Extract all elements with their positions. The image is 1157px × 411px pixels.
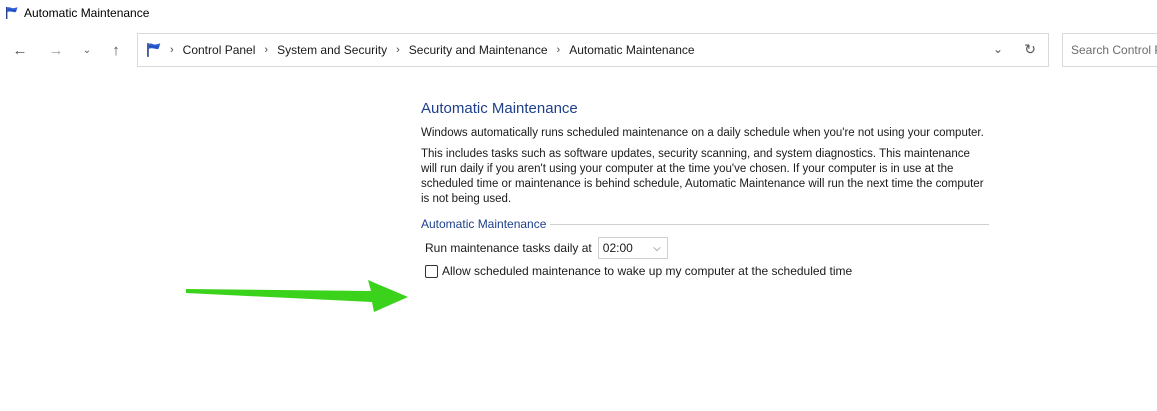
run-time-label: Run maintenance tasks daily at [425,241,592,255]
control-panel-flag-icon [147,43,161,57]
breadcrumb-separator-icon[interactable]: › [170,44,174,56]
refresh-icon[interactable]: ↻ [1024,41,1036,58]
main-content: Automatic Maintenance Windows automatica… [421,100,989,278]
breadcrumb-separator-icon[interactable]: › [396,44,400,56]
green-arrow-annotation [186,280,408,312]
navigation-bar: ← → ⌄ ↑ › Control Panel › System and Sec… [0,33,1157,67]
schedule-row: Run maintenance tasks daily at 02:00 ⌵ [425,237,989,259]
group-header: Automatic Maintenance [421,217,989,231]
search-input[interactable] [1071,43,1157,57]
wake-computer-label[interactable]: Allow scheduled maintenance to wake up m… [442,264,852,278]
control-panel-flag-icon [6,7,18,19]
search-box[interactable] [1062,33,1157,67]
group-divider [550,223,989,225]
recent-locations-button[interactable]: ⌄ [75,38,99,62]
breadcrumb-system-and-security[interactable]: System and Security [277,43,387,57]
forward-button[interactable]: → [44,38,68,62]
description-paragraph-2: This includes tasks such as software upd… [421,148,984,205]
address-bar[interactable]: › Control Panel › System and Security › … [137,33,1049,67]
breadcrumb-control-panel[interactable]: Control Panel [183,43,256,57]
time-select-value: 02:00 [602,241,633,255]
chevron-down-icon: ⌄ [82,44,92,56]
address-dropdown-icon[interactable]: ⌄ [993,42,1003,56]
window-title: Automatic Maintenance [24,6,150,20]
description-paragraph-1: Windows automatically runs scheduled mai… [421,127,984,139]
breadcrumb-separator-icon[interactable]: › [264,44,268,56]
green-arrow-shape [186,280,408,312]
forward-arrow-icon: → [48,41,64,59]
up-arrow-icon: ↑ [112,41,120,59]
wake-option-row[interactable]: Allow scheduled maintenance to wake up m… [425,264,989,278]
page-title: Automatic Maintenance [421,100,578,117]
title-bar: Automatic Maintenance [0,0,1157,26]
back-arrow-icon: ← [12,41,28,59]
wake-computer-checkbox[interactable] [425,264,438,278]
back-button[interactable]: ← [8,38,32,62]
breadcrumb-security-and-maintenance[interactable]: Security and Maintenance [409,43,548,57]
chevron-down-icon: ⌵ [653,242,661,254]
breadcrumb-automatic-maintenance[interactable]: Automatic Maintenance [569,43,694,57]
up-button[interactable]: ↑ [104,38,128,62]
time-select[interactable]: 02:00 ⌵ [597,237,668,259]
breadcrumb-separator-icon[interactable]: › [557,44,561,56]
group-title: Automatic Maintenance [421,217,547,231]
